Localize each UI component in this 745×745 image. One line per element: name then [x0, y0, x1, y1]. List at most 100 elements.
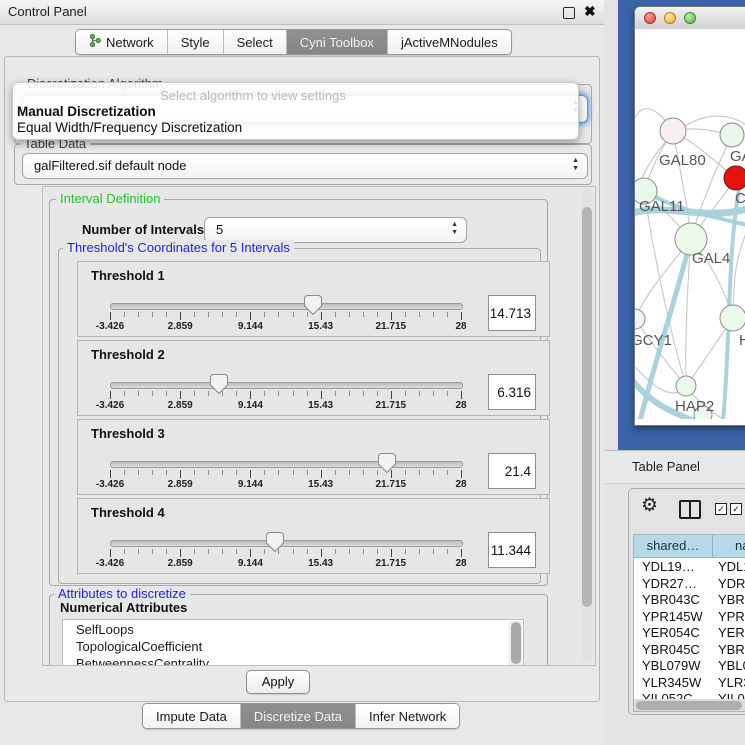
slider-tick: [349, 391, 350, 396]
table-cell-shared-name[interactable]: YER054C: [642, 624, 712, 641]
network-canvas[interactable]: GAL80GACGAL11GAL4GCY1HHAP2: [635, 29, 745, 419]
slider-thumb[interactable]: [209, 373, 229, 395]
numerical-attributes-list[interactable]: SelfLoopsTopologicalCoefficientBetweenne…: [62, 619, 524, 666]
tab-discretize-data[interactable]: Discretize Data: [241, 704, 356, 728]
table-cell-name[interactable]: YBR0: [718, 591, 745, 608]
table-cell-name[interactable]: YER0: [718, 624, 745, 641]
slider-track[interactable]: [110, 461, 463, 468]
minimize-traffic-light-icon[interactable]: [664, 12, 676, 24]
tab-cyni-toolbox[interactable]: Cyni Toolbox: [287, 30, 388, 54]
tab-select[interactable]: Select: [224, 30, 287, 54]
network-frame-titlebar[interactable]: [635, 7, 745, 30]
scrollbar-thumb[interactable]: [511, 622, 521, 664]
slider-track[interactable]: [110, 382, 463, 389]
slider-thumb[interactable]: [303, 294, 323, 316]
threshold-value-field[interactable]: 21.4: [488, 453, 536, 489]
table-cell-name[interactable]: YPR1: [718, 608, 745, 625]
group-title: Interval Definition: [56, 191, 164, 206]
column-header-name[interactable]: na: [713, 535, 745, 558]
settings-scrollbar[interactable]: [581, 189, 593, 663]
node-red-selected[interactable]: [724, 166, 745, 190]
scrollbar-thumb[interactable]: [582, 207, 592, 607]
slider-tick-label: -3.426: [80, 479, 140, 490]
slider-tick: [391, 391, 392, 399]
node-attribute-table[interactable]: shared… na YDL19… YDL1 YDR27… YDR2 YBR043C YB…: [633, 534, 745, 712]
slider-tick-label: 9.144: [220, 321, 280, 332]
slider-tick: [250, 312, 251, 320]
threshold-value-field[interactable]: 11.344: [488, 532, 536, 568]
table-cell-name[interactable]: YLR3: [718, 674, 745, 691]
attributes-scrollbar[interactable]: [509, 621, 522, 665]
table-cell-name[interactable]: YBR0: [718, 641, 745, 658]
attribute-list-item[interactable]: SelfLoops: [76, 621, 134, 638]
table-cell-name[interactable]: YBL0: [718, 657, 745, 674]
slider-tick: [166, 549, 167, 554]
close-traffic-light-icon[interactable]: [644, 12, 656, 24]
tab-infer-network[interactable]: Infer Network: [356, 704, 459, 728]
tab-impute-data[interactable]: Impute Data: [143, 704, 241, 728]
table-cell-shared-name[interactable]: YLR345W: [642, 674, 712, 691]
slider-tick: [349, 312, 350, 317]
split-columns-icon[interactable]: [679, 500, 701, 519]
stepper-arrows-icon: ▲▼: [572, 157, 579, 173]
slider-tick-label: 21.715: [361, 479, 421, 490]
tab-network[interactable]: Network: [76, 30, 168, 54]
slider-thumb[interactable]: [265, 531, 285, 553]
threshold-value-field[interactable]: 14.713: [488, 295, 536, 331]
attribute-list-item[interactable]: TopologicalCoefficient: [76, 638, 202, 655]
dropdown-option-manual[interactable]: Manual Discretization: [16, 104, 572, 119]
slider-tick: [250, 391, 251, 399]
slider-tick: [166, 391, 167, 396]
table-cell-name[interactable]: YDL1: [718, 558, 745, 575]
slider-tick: [180, 391, 181, 399]
dropdown-placeholder: Select algorithm to view settings: [13, 88, 493, 103]
table-cell-shared-name[interactable]: YBR043C: [642, 591, 712, 608]
slider-tick-label: 2.859: [150, 558, 210, 569]
table-cell-shared-name[interactable]: YDL19…: [642, 558, 712, 575]
dropdown-option-equal-width[interactable]: Equal Width/Frequency Discretization: [16, 120, 572, 135]
slider-tick-label: -3.426: [80, 321, 140, 332]
slider-tick: [138, 549, 139, 554]
slider-track[interactable]: [110, 303, 463, 310]
table-hscrollbar[interactable]: [634, 699, 745, 711]
apply-button[interactable]: Apply: [246, 670, 310, 694]
table-cell-shared-name[interactable]: YBL079W: [642, 657, 712, 674]
gear-icon[interactable]: ⚙: [641, 496, 658, 516]
threshold-value-field[interactable]: 6.316: [488, 374, 536, 410]
node-right[interactable]: [720, 305, 745, 331]
float-window-icon[interactable]: [563, 7, 575, 19]
tab-jactivemnodules[interactable]: jActiveMNodules: [388, 30, 511, 54]
zoom-traffic-light-icon[interactable]: [684, 12, 696, 24]
slider-tick: [250, 470, 251, 478]
slider-tick-label: 9.144: [220, 400, 280, 411]
table-cell-name[interactable]: YDR2: [718, 575, 745, 592]
tab-style[interactable]: Style: [168, 30, 224, 54]
node-gal80[interactable]: [660, 118, 686, 144]
slider-tick-label: -3.426: [80, 558, 140, 569]
scrollbar-thumb[interactable]: [636, 701, 742, 710]
table-cell-shared-name[interactable]: YDR27…: [642, 575, 712, 592]
interval-definition-group: Interval Definition Number of Intervals …: [49, 199, 548, 586]
table-data-combobox[interactable]: galFiltered.sif default node ▲▼: [22, 153, 588, 179]
slider-tick: [180, 312, 181, 320]
column-header-shared-name[interactable]: shared…: [634, 535, 713, 558]
node-gcy1[interactable]: [635, 309, 645, 329]
close-icon[interactable]: ✖: [584, 3, 596, 20]
node-hap2[interactable]: [676, 376, 696, 396]
slider-thumb[interactable]: [377, 452, 397, 474]
attribute-list-item[interactable]: BetweennessCentrality: [76, 655, 209, 666]
slider-tick: [405, 391, 406, 396]
slider-tick: [335, 312, 336, 317]
node-label: GAL80: [659, 152, 706, 169]
slider-tick: [208, 312, 209, 317]
node-top-right[interactable]: [720, 123, 744, 147]
table-panel-title: Table Panel: [632, 459, 700, 474]
slider-tick: [433, 312, 434, 317]
table-cell-shared-name[interactable]: YBR045C: [642, 641, 712, 658]
node-label: GA: [730, 148, 745, 165]
settings-scroll-viewport: Interval Definition Number of Intervals …: [42, 186, 596, 666]
slider-track[interactable]: [110, 540, 463, 547]
checkbox-icon[interactable]: ✓: [730, 503, 742, 515]
table-cell-shared-name[interactable]: YPR145W: [642, 608, 712, 625]
checkbox-icon[interactable]: ✓: [715, 503, 727, 515]
